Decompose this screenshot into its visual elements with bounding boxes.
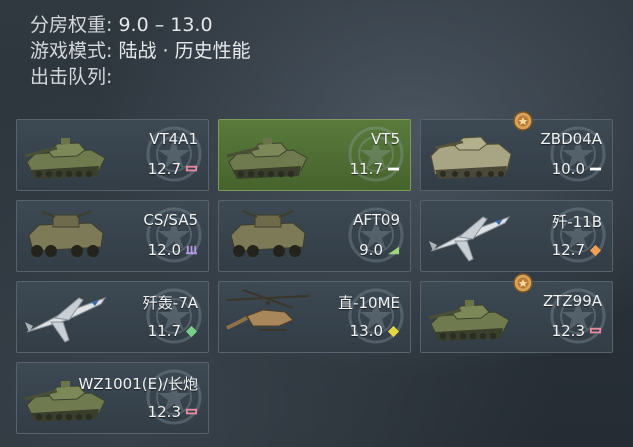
fighter-thumbnail [425, 207, 515, 265]
lineup-header: 分房权重: 9.0 – 13.0 游戏模式: 陆战 · 历史性能 出击队列: [30, 12, 251, 90]
light-tank-icon [387, 167, 400, 170]
tank-thumbnail [21, 126, 111, 184]
battle-rating-value: 11.7 [349, 160, 383, 178]
vehicle-name: WZ1001(E)/长炮 [78, 375, 198, 393]
ifv-thumbnail [425, 126, 515, 184]
tank-thumbnail [425, 288, 515, 346]
vehicle-card[interactable]: CS/SA5 12.0 [16, 200, 209, 272]
battle-rating-value: 13.0 [349, 322, 383, 340]
vehicle-battle-rating: 12.3 [148, 403, 198, 421]
vehicle-battle-rating: 13.0 [350, 322, 400, 340]
battle-rating-value: 12.3 [551, 322, 585, 340]
strike-aircraft-thumbnail [21, 288, 111, 346]
vehicle-name: ZTZ99A [542, 292, 602, 310]
tank-destroyer-icon [387, 246, 400, 254]
vehicle-battle-rating: 12.3 [552, 322, 602, 340]
battle-rating-value: 12.7 [551, 241, 585, 259]
vehicle-name: VT4A1 [149, 130, 198, 148]
spaa-thumbnail [21, 207, 111, 265]
vehicle-name: AFT09 [353, 211, 400, 229]
vehicle-battle-rating: 9.0 [359, 241, 400, 259]
vehicle-name: ZBD04A [540, 130, 602, 148]
vehicle-card[interactable]: 歼轰-7A 11.7 [16, 281, 209, 353]
light-tank-icon [589, 167, 602, 170]
vehicle-card[interactable]: WZ1001(E)/长炮 12.3 [16, 362, 209, 434]
light-tank-thumbnail [223, 126, 313, 184]
vehicle-name: CS/SA5 [143, 211, 198, 229]
heavy-tank-icon [589, 327, 602, 333]
tank-destroyer-thumbnail [223, 207, 313, 265]
vehicle-battle-rating: 11.7 [148, 322, 198, 340]
vehicle-name: 直-10ME [338, 294, 400, 312]
battle-rating-label: 分房权重: [30, 14, 113, 36]
vehicle-card[interactable]: 歼-11B 12.7 [420, 200, 613, 272]
lineup-label: 出击队列: [30, 66, 113, 88]
game-mode-value: 陆战 · 历史性能 [118, 40, 251, 62]
vehicle-name: 歼-11B [552, 213, 602, 231]
helicopter-thumbnail [223, 288, 313, 346]
lineup-label-row: 出击队列: [30, 64, 251, 90]
strike-aircraft-icon [185, 325, 198, 337]
vehicle-name: VT5 [371, 130, 400, 148]
heavy-tank-icon [185, 165, 198, 171]
helicopter-icon [387, 325, 400, 337]
vehicle-battle-rating: 11.7 [350, 160, 400, 178]
battle-rating-value: 12.0 [147, 241, 181, 259]
battle-rating-range-row: 分房权重: 9.0 – 13.0 [30, 12, 251, 38]
vehicle-card[interactable]: 直-10ME 13.0 [218, 281, 411, 353]
battle-rating-value: 12.3 [147, 403, 181, 421]
game-mode-row: 游戏模式: 陆战 · 历史性能 [30, 38, 251, 64]
game-mode-label: 游戏模式: [30, 40, 113, 62]
premium-medal-icon [513, 111, 533, 131]
vehicle-name: 歼轰-7A [142, 294, 198, 312]
battle-rating-value: 9.0 [359, 241, 383, 259]
vehicle-card[interactable]: VT5 11.7 [218, 119, 411, 191]
vehicle-battle-rating: 12.7 [148, 160, 198, 178]
vehicle-battle-rating: 12.0 [148, 241, 198, 259]
vehicle-battle-rating: 10.0 [552, 160, 602, 178]
battle-rating-value: 10.0 [551, 160, 585, 178]
battle-rating-value: 11.7 [147, 322, 181, 340]
vehicle-battle-rating: 12.7 [552, 241, 602, 259]
battle-rating-value: 9.0 – 13.0 [118, 14, 213, 36]
fighter-icon [589, 244, 602, 256]
premium-medal-icon [513, 273, 533, 293]
vehicle-card[interactable]: VT4A1 12.7 [16, 119, 209, 191]
spaa-icon [185, 245, 198, 254]
vehicle-card[interactable]: AFT09 9.0 [218, 200, 411, 272]
battle-rating-value: 12.7 [147, 160, 181, 178]
heavy-tank-icon [185, 408, 198, 414]
